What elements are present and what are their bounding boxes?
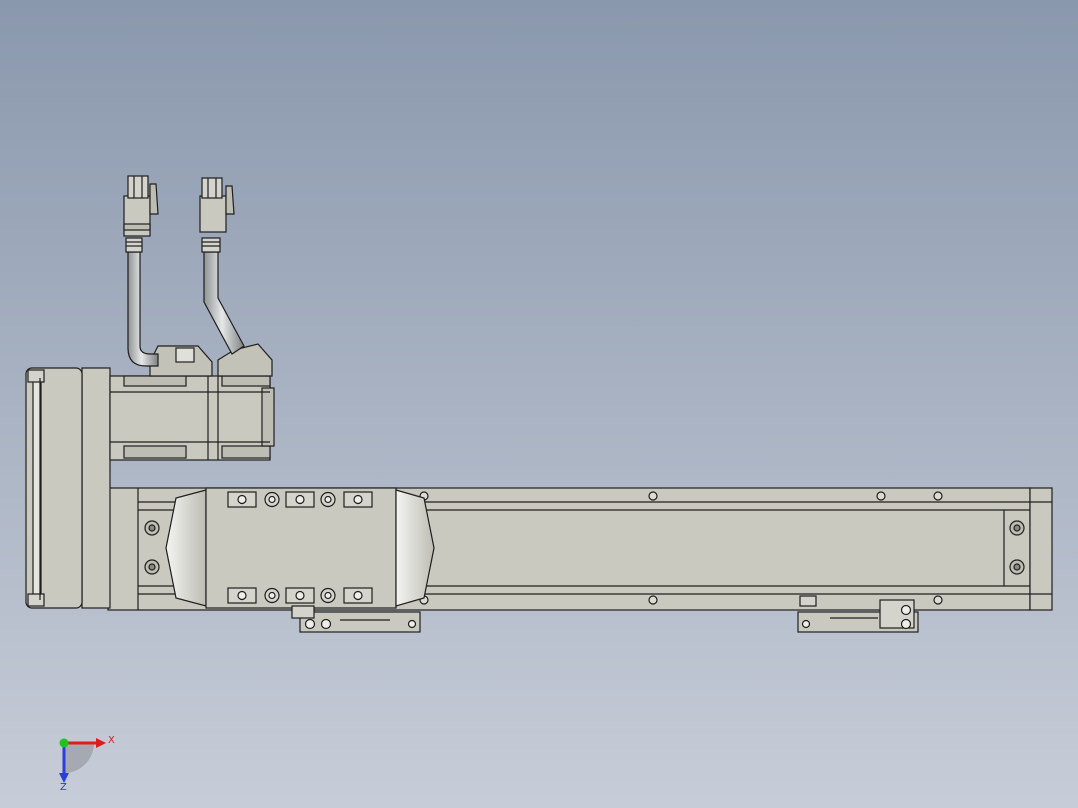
- encoder-connector[interactable]: [199, 177, 235, 233]
- orientation-triad: X Z: [59, 735, 115, 793]
- power-connector[interactable]: [123, 175, 159, 237]
- carriage[interactable]: [165, 487, 435, 609]
- triad-shadow: [64, 743, 94, 773]
- x-axis-label: X: [108, 735, 115, 746]
- encoder-cable[interactable]: [201, 237, 245, 355]
- rail-end-cap: [1029, 487, 1053, 611]
- actuator-model[interactable]: [0, 0, 1078, 808]
- z-axis-label: Z: [60, 782, 67, 793]
- motor-power-cable[interactable]: [125, 237, 159, 367]
- graphics-viewport[interactable]: X Z: [0, 0, 1078, 808]
- y-axis-point: [59, 738, 69, 748]
- motor-flange[interactable]: [25, 367, 111, 609]
